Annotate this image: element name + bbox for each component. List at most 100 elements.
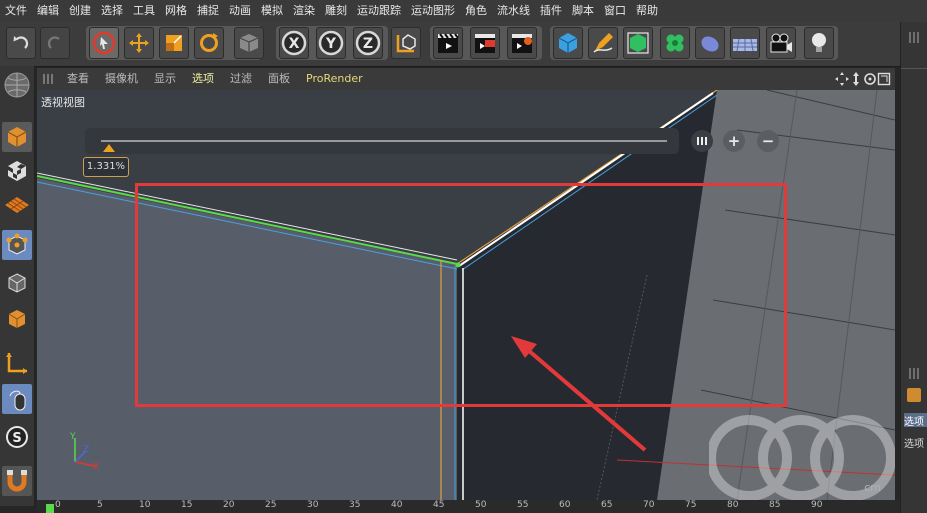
- floor-button[interactable]: [730, 27, 760, 59]
- menu-item[interactable]: 网格: [160, 0, 192, 22]
- menu-item[interactable]: 模拟: [256, 0, 288, 22]
- left-palette: S: [0, 66, 35, 506]
- right-dock: 选项 选项: [900, 22, 927, 513]
- polygons-mode-button[interactable]: [2, 304, 32, 334]
- view-zoom-icon[interactable]: [849, 72, 863, 86]
- magnet-button[interactable]: [2, 466, 32, 496]
- timeline-tick-label: 15: [181, 500, 193, 510]
- timeline-tick-label: 20: [223, 500, 235, 510]
- scale-button[interactable]: [159, 27, 189, 59]
- subdivision-button[interactable]: [623, 27, 653, 59]
- rotate-icon: [200, 33, 218, 52]
- minus-icon: −: [761, 132, 775, 150]
- menu-bar: 文件 编辑 创建 选择 工具 网格 捕捉 动画 模拟 渲染 雕刻 运动跟踪 运动图形 角色 流水线 插件 脚本窗…: [0, 0, 927, 23]
- axis-mode-button[interactable]: [2, 348, 32, 378]
- vp-menu-view[interactable]: 查看: [59, 68, 97, 90]
- z-axis-button[interactable]: Z: [353, 27, 383, 59]
- svg-text:Y: Y: [69, 432, 76, 442]
- menu-item[interactable]: 编辑: [32, 0, 64, 22]
- timeline-tick-label: 0: [55, 500, 61, 510]
- zoom-slider-handle[interactable]: [102, 144, 115, 152]
- globe-button[interactable]: [2, 70, 32, 100]
- y-axis-button[interactable]: Y: [316, 27, 346, 59]
- render-settings-button[interactable]: [507, 27, 537, 59]
- timeline-tick-label: 35: [349, 500, 361, 510]
- view-rotate-icon[interactable]: [863, 72, 877, 86]
- main-toolbar: X Y Z: [0, 22, 900, 67]
- timeline-ruler[interactable]: 0 5 10 15 20 25 30 35 40 45 50 55 60 65 70 75 80 85 90: [37, 500, 900, 513]
- timeline-tick-label: 40: [391, 500, 403, 510]
- menu-item[interactable]: 雕刻: [320, 0, 352, 22]
- object-mode-icon: [239, 34, 259, 52]
- menu-item[interactable]: 工具: [128, 0, 160, 22]
- zoom-in-button[interactable]: +: [723, 130, 745, 152]
- menu-item[interactable]: 帮助: [631, 0, 663, 22]
- menu-item[interactable]: 动画: [224, 0, 256, 22]
- x-axis-button[interactable]: X: [279, 27, 309, 59]
- view-maximize-icon[interactable]: [877, 72, 891, 86]
- workplane-button[interactable]: [2, 190, 32, 220]
- render-view-button[interactable]: [433, 27, 463, 59]
- coordinate-system-button[interactable]: [391, 27, 421, 59]
- vp-menu-camera[interactable]: 摄像机: [97, 68, 146, 90]
- options-tab[interactable]: 选项: [904, 413, 927, 427]
- viewport-menubar: 查看 摄像机 显示 选项 过滤 面板 ProRender: [37, 68, 895, 90]
- menu-item[interactable]: 运动跟踪: [352, 0, 406, 22]
- deformer-button[interactable]: [695, 27, 725, 59]
- vp-menu-prorender[interactable]: ProRender: [298, 68, 371, 90]
- pen-icon: [593, 33, 613, 53]
- grip-icon: [909, 368, 920, 379]
- zoom-out-button[interactable]: −: [757, 130, 779, 152]
- cloner-button[interactable]: [660, 27, 690, 59]
- timeline-tick-label: 10: [139, 500, 151, 510]
- timeline-playhead[interactable]: [46, 504, 54, 513]
- tweak-mode-button[interactable]: [2, 384, 32, 414]
- menu-item[interactable]: 渲染: [288, 0, 320, 22]
- light-button[interactable]: [804, 27, 834, 59]
- cube-button[interactable]: [553, 27, 583, 59]
- menu-item[interactable]: 插件: [535, 0, 567, 22]
- watermark-logo: cm: [706, 408, 895, 500]
- menu-item[interactable]: 流水线: [492, 0, 535, 22]
- menu-item[interactable]: 角色: [460, 0, 492, 22]
- redo-icon: [47, 36, 60, 49]
- z-axis-label: Z: [363, 36, 373, 52]
- menu-item[interactable]: 文件: [0, 0, 32, 22]
- menu-item[interactable]: 脚本: [567, 0, 599, 22]
- live-select-button[interactable]: [89, 27, 119, 59]
- magnet-icon: [7, 470, 27, 492]
- points-mode-button[interactable]: [2, 230, 32, 260]
- menu-item[interactable]: 运动图形: [406, 0, 460, 22]
- edges-mode-button[interactable]: [2, 268, 32, 298]
- points-icon: [6, 233, 28, 255]
- plus-icon: +: [727, 132, 741, 150]
- timeline-tick-label: 75: [685, 500, 697, 510]
- zoom-slider-track[interactable]: [101, 140, 667, 142]
- move-button[interactable]: [124, 27, 154, 59]
- vp-menu-filter[interactable]: 过滤: [222, 68, 260, 90]
- zoom-menu-button[interactable]: [691, 130, 713, 152]
- pen-button[interactable]: [588, 27, 618, 59]
- texture-mode-button[interactable]: [2, 156, 32, 186]
- svg-text:Z: Z: [83, 445, 89, 455]
- render-picture-viewer-button[interactable]: [470, 27, 500, 59]
- model-mode-button[interactable]: [2, 122, 32, 152]
- undo-button[interactable]: [6, 27, 36, 59]
- snap-button[interactable]: S: [2, 422, 32, 452]
- menu-item[interactable]: 捕捉: [192, 0, 224, 22]
- camera-button[interactable]: [766, 27, 796, 59]
- object-mode-button[interactable]: [234, 27, 264, 59]
- timeline-tick-label: 85: [769, 500, 781, 510]
- rotate-button[interactable]: [194, 27, 224, 59]
- menu-item[interactable]: 窗口: [599, 0, 631, 22]
- timeline-tick-label: 45: [433, 500, 445, 510]
- view-move-icon[interactable]: [835, 72, 849, 86]
- menu-item[interactable]: 创建: [64, 0, 96, 22]
- redo-button[interactable]: [40, 27, 70, 59]
- menu-item[interactable]: 选择: [96, 0, 128, 22]
- perspective-viewport[interactable]: Y Z X 透视视图 1.331% + − cm: [37, 90, 895, 500]
- vp-menu-display[interactable]: 显示: [146, 68, 184, 90]
- edges-icon: [8, 273, 26, 293]
- vp-menu-options[interactable]: 选项: [184, 68, 222, 90]
- vp-menu-panel[interactable]: 面板: [260, 68, 298, 90]
